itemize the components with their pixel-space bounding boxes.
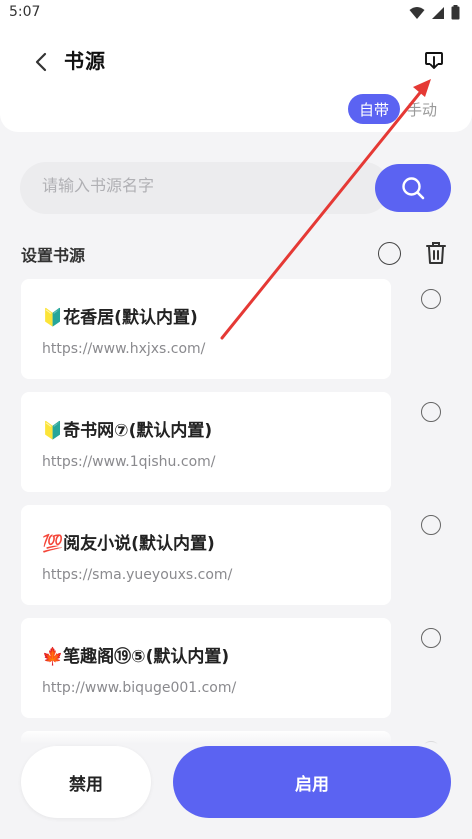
enable-button[interactable]: 启用 [173, 746, 451, 818]
battery-icon [451, 5, 460, 20]
source-name: 🔰花香居(默认内置) [42, 303, 198, 328]
download-tray-icon[interactable] [422, 48, 446, 72]
source-title: 奇书网⑦(默认内置) [63, 421, 213, 441]
source-select-radio[interactable] [421, 515, 441, 535]
source-select-radio[interactable] [421, 289, 441, 309]
search-box [20, 162, 390, 214]
mode-auto-tab[interactable]: 自带 [348, 94, 400, 124]
list-item[interactable]: 💯阅友小说(默认内置) https://sma.yueyouxs.com/ [21, 505, 391, 605]
source-title: 阅友小说(默认内置) [63, 534, 215, 554]
source-url: https://sma.yueyouxs.com/ [42, 567, 233, 583]
source-url: https://www.hxjxs.com/ [42, 341, 206, 357]
mode-switch: 自带 手动 [348, 94, 444, 124]
list-item[interactable]: 🍁笔趣阁⑲⑤(默认内置) http://www.biquge001.com/ [21, 618, 391, 718]
list-item[interactable]: 🔰花香居(默认内置) https://www.hxjxs.com/ [21, 279, 391, 379]
mode-manual-tab[interactable]: 手动 [400, 94, 444, 124]
app-header: 书源 自带 手动 [0, 28, 472, 132]
source-badge: 🔰 [42, 308, 64, 328]
source-name: 🔰奇书网⑦(默认内置) [42, 416, 212, 441]
source-title: 花香居(默认内置) [63, 308, 198, 328]
list-item[interactable]: 🔰奇书网⑦(默认内置) https://www.1qishu.com/ [21, 392, 391, 492]
select-all-radio[interactable] [378, 242, 401, 265]
chevron-left-icon[interactable] [30, 50, 54, 74]
source-name: 🍁笔趣阁⑲⑤(默认内置) [42, 642, 229, 667]
page-title: 书源 [64, 49, 106, 73]
trash-icon[interactable] [425, 241, 447, 265]
source-select-radio[interactable] [421, 402, 441, 422]
source-badge: 🍁 [42, 647, 64, 667]
source-url: https://www.1qishu.com/ [42, 454, 216, 470]
source-badge: 💯 [42, 534, 64, 554]
status-time: 5:07 [9, 4, 41, 20]
search-icon [402, 177, 425, 200]
signal-icon [432, 6, 444, 19]
source-select-radio[interactable] [421, 628, 441, 648]
status-bar: 5:07 [0, 0, 472, 28]
source-name: 💯阅友小说(默认内置) [42, 529, 215, 554]
disable-button[interactable]: 禁用 [21, 746, 151, 818]
wifi-icon [409, 6, 425, 19]
source-url: http://www.biquge001.com/ [42, 680, 237, 696]
section-title: 设置书源 [21, 246, 86, 265]
source-title: 笔趣阁⑲⑤(默认内置) [63, 647, 230, 667]
search-input[interactable] [42, 176, 362, 195]
status-icons [409, 5, 460, 20]
source-badge: 🔰 [42, 421, 64, 441]
search-button[interactable] [375, 164, 451, 212]
